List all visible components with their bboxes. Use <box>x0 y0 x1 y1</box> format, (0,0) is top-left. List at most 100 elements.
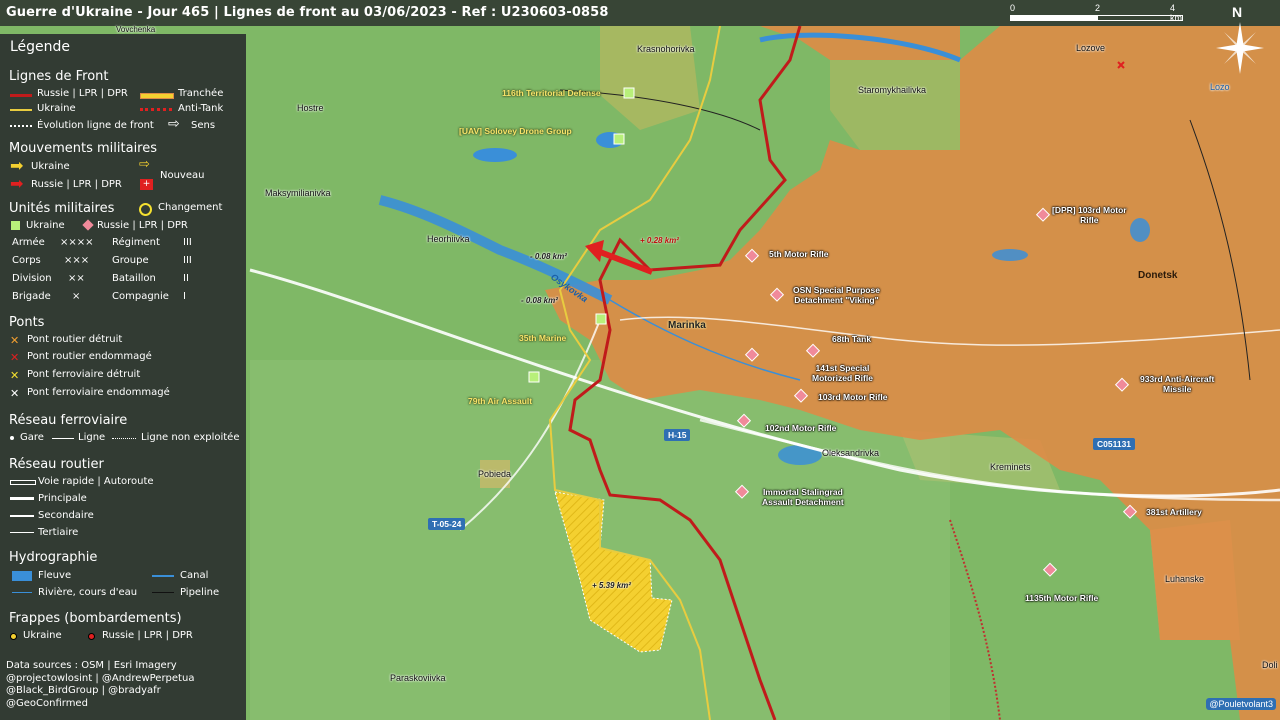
ru-unit-1135-label: 1135th Motor Rifle <box>1025 593 1099 603</box>
evolution-swatch <box>10 125 32 127</box>
antitank-swatch <box>140 108 172 111</box>
rail-line-swatch <box>52 438 74 439</box>
place-kreminets: Kreminets <box>990 462 1031 472</box>
road-label-t0524: T-05-24 <box>428 518 466 530</box>
legend-strikes-heading: Frappes (bombardements) <box>9 611 182 626</box>
echelon-a-2: Division <box>12 273 52 284</box>
place-luhanske: Luhanske <box>1165 574 1205 584</box>
echelon-b-1: Groupe <box>112 255 149 266</box>
echelon-as-3: × <box>72 291 81 302</box>
legend-bridge-rail-destroyed: Pont ferroviaire détruit <box>27 369 141 380</box>
road-main-swatch <box>10 497 34 500</box>
echelon-bs-1: III <box>183 255 192 266</box>
change-circle-icon <box>139 203 152 216</box>
source-line-1: Data sources : OSM | Esri Imagery <box>6 660 177 671</box>
scale-bar: 0 2 4 km <box>1010 3 1185 24</box>
legend-front-antitank: Anti-Tank <box>178 103 224 114</box>
echelon-bs-0: III <box>183 237 192 248</box>
scale-segment-2 <box>1097 15 1183 21</box>
ua-unit-79-label: 79th Air Assault <box>468 396 533 406</box>
legend-road-secondary: Secondaire <box>38 510 94 521</box>
ru-unit-5-label: 5th Motor Rifle <box>769 249 829 259</box>
change-label-2: - 0.08 km² <box>530 252 567 261</box>
legend-units-ukraine: Ukraine <box>26 220 65 231</box>
rail-unused-swatch <box>112 438 136 439</box>
source-line-2: @projectowlosint | @AndrewPerpetua <box>6 672 195 684</box>
legend-hydro-pipeline: Pipeline <box>180 587 220 598</box>
legend-units-russia: Russie | LPR | DPR <box>97 220 188 231</box>
legend-units-change: Changement <box>158 202 223 213</box>
ua-unit-116-label: 116th Territorial Defense <box>502 88 601 98</box>
legend-hydro-river: Fleuve <box>38 570 72 581</box>
place-donetsk: Donetsk <box>1138 270 1178 281</box>
ru-unit-102-label: 102nd Motor Rifle <box>765 423 837 433</box>
source-line-3: @Black_BirdGroup | @bradyafr <box>6 685 161 696</box>
legend-rail-unused: Ligne non exploitée <box>141 432 240 443</box>
front-ukraine-swatch <box>10 109 32 111</box>
north-arrow: N <box>1210 4 1270 84</box>
legend-rail-heading: Réseau ferroviaire <box>9 413 128 428</box>
legend-rail-station: Gare <box>20 432 44 443</box>
lake-1 <box>473 148 517 162</box>
legend-front-heading: Lignes de Front <box>9 69 109 84</box>
place-oleksandrivka: Oleksandrivka <box>822 448 880 458</box>
legend-bridges-heading: Ponts <box>9 315 45 330</box>
legend-rail-line: Ligne <box>78 432 106 443</box>
map-title: Guerre d'Ukraine - Jour 465 | Lignes de … <box>6 5 609 20</box>
echelon-b-3: Compagnie <box>112 291 169 302</box>
ru-unit-osn-label: OSN Special Purpose Detachment "Viking" <box>793 285 880 305</box>
ua-unit-35-label: 35th Marine <box>519 333 567 343</box>
echelon-as-2: ×× <box>68 273 85 284</box>
legend-hydro-stream: Rivière, cours d'eau <box>38 587 138 598</box>
echelon-b-2: Bataillon <box>112 273 156 284</box>
change-label-4: + 5.39 km² <box>592 581 631 590</box>
front-russia-swatch <box>10 94 32 97</box>
legend-bridge-road-damaged: Pont routier endommagé <box>27 351 152 362</box>
change-label-1: + 0.28 km² <box>640 236 679 245</box>
strike-russia-dot-icon <box>88 633 95 640</box>
place-doli: Doli <box>1262 660 1278 670</box>
place-krasnohorivka: Krasnohorivka <box>637 44 695 54</box>
place-vovchenka: Vovchenka <box>116 25 156 34</box>
road-fast-swatch <box>10 480 36 485</box>
legend-front-evolution: Évolution ligne de front <box>37 120 154 131</box>
ru-unit-933-label: 933rd Anti-Aircraft Missile <box>1140 374 1215 394</box>
ru-unit-stal-label: Immortal Stalingrad Assault Detachment <box>762 487 844 507</box>
legend-front-direction: Sens <box>191 120 216 131</box>
legend-units-heading: Unités militaires <box>9 201 115 216</box>
place-marinka: Marinka <box>668 320 706 331</box>
title-bar: Guerre d'Ukraine - Jour 465 | Lignes de … <box>0 0 1280 26</box>
road-secondary-swatch <box>10 515 34 517</box>
ua-unit-35-marker[interactable] <box>595 313 607 325</box>
legend-front-russia: Russie | LPR | DPR <box>37 88 128 99</box>
ru-unit-141-label: 141st Special Motorized Rifle <box>812 363 873 383</box>
move-ukraine-arrow-icon: ➡ <box>10 156 24 175</box>
unit-ukraine-square-icon <box>11 221 20 230</box>
place-lozove: Lozove <box>1076 43 1106 53</box>
legend-hydro-heading: Hydrographie <box>9 550 98 565</box>
ua-unit-116-marker[interactable] <box>623 87 635 99</box>
bridge-road-damaged-icon: ✕ <box>10 351 20 364</box>
echelon-b-0: Régiment <box>112 237 160 248</box>
echelon-a-0: Armée <box>12 237 45 248</box>
legend-roads-heading: Réseau routier <box>9 457 104 472</box>
place-pobieda: Pobieda <box>478 469 512 479</box>
scale-label-0: 0 <box>1010 3 1016 13</box>
legend-bridge-rail-damaged: Pont ferroviaire endommagé <box>27 387 170 398</box>
ru-unit-103dpr-label: [DPR] 103rd Motor Rifle <box>1052 205 1127 225</box>
move-new-ukraine-icon: ⇨ <box>139 157 150 172</box>
ua-unit-79-marker[interactable] <box>528 371 540 383</box>
move-new-russia-icon: + <box>140 179 153 190</box>
scale-segment-1 <box>1010 15 1097 21</box>
station-dot-icon <box>10 436 14 440</box>
legend-strike-ukraine: Ukraine <box>23 630 62 641</box>
legend-strike-russia: Russie | LPR | DPR <box>102 630 193 641</box>
pipeline-swatch <box>152 592 174 593</box>
source-line-4: @GeoConfirmed <box>6 697 88 709</box>
ru-unit-68-label: 68th Tank <box>832 334 872 344</box>
legend-moves-heading: Mouvements militaires <box>9 141 158 156</box>
legend-panel: Légende Lignes de Front Russie | LPR | D… <box>0 34 246 720</box>
ua-unit-uav-marker[interactable] <box>613 133 625 145</box>
bridge-rail-damaged-icon: ✕ <box>10 387 20 400</box>
legend-road-main: Principale <box>38 493 87 504</box>
